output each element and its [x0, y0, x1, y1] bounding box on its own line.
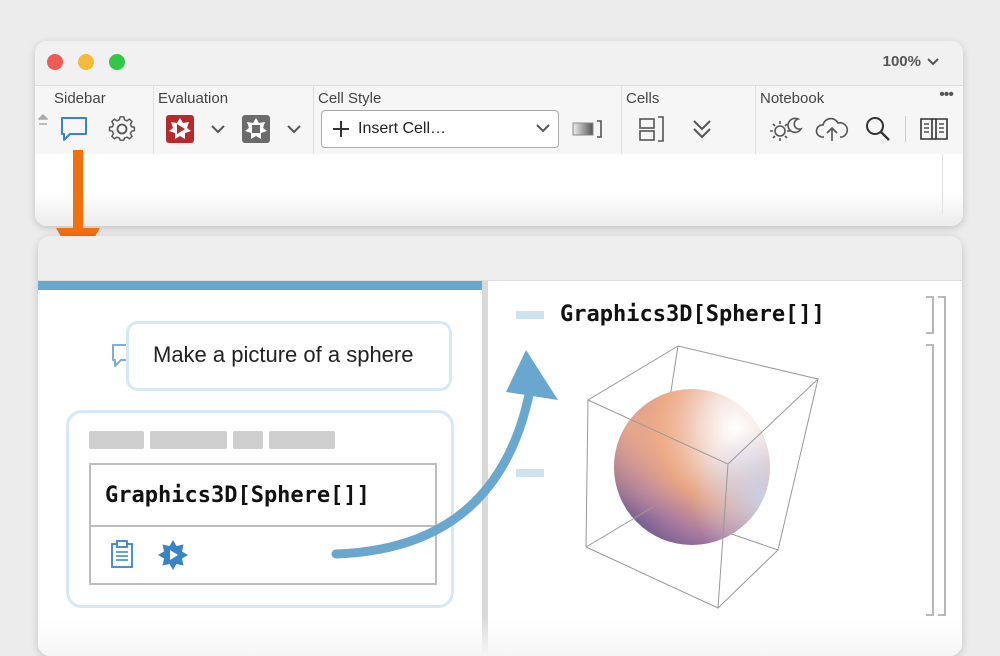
expand-cells-button[interactable]	[687, 114, 717, 144]
evaluation-options-chevron-icon[interactable]	[211, 125, 225, 134]
cell-style-value: Insert Cell…	[358, 120, 447, 137]
cell-style-select[interactable]: Insert Cell…	[321, 110, 559, 148]
search-button[interactable]	[863, 114, 893, 144]
documentation-button[interactable]	[919, 114, 949, 144]
cell-style-group: Cell Style Insert Cell…	[313, 86, 622, 155]
toolbar: Sidebar Evaluation Cell Style Insert Cel…	[35, 85, 963, 156]
book-icon	[920, 118, 948, 140]
chevron-down-icon	[927, 57, 939, 65]
evaluation-group: Evaluation	[153, 86, 314, 155]
title-bar: 100%	[35, 41, 963, 85]
gradient-cell-icon	[572, 120, 602, 138]
toolbar-divider	[905, 116, 906, 142]
zoom-label: 100%	[882, 53, 921, 70]
chat-icon	[61, 117, 87, 141]
input-cell-bracket[interactable]	[926, 296, 934, 334]
notebook-window-toolbar: 100% Sidebar Evaluation Cell Style Inser…	[35, 41, 963, 226]
notebook-group-label: Notebook	[760, 90, 825, 107]
zoom-selector[interactable]: 100%	[883, 53, 939, 70]
clipboard-icon	[111, 540, 133, 568]
abort-icon	[242, 115, 270, 143]
search-icon	[866, 117, 890, 141]
notebook-group: Notebook •••	[755, 86, 963, 155]
cells-group-label: Cells	[626, 90, 660, 107]
insert-evaluate-button[interactable]	[157, 539, 189, 576]
evaluate-icon	[166, 115, 194, 143]
cell-bracket-icon	[639, 116, 664, 142]
cloud-upload-icon	[815, 117, 849, 141]
title-bar	[38, 236, 962, 281]
settings-button[interactable]	[107, 114, 137, 144]
copy-button[interactable]	[109, 539, 135, 574]
fade-overlay	[38, 616, 962, 656]
gear-icon	[108, 116, 136, 141]
collapse-toolbar-icon[interactable]	[38, 114, 48, 126]
placeholder-bar	[89, 431, 144, 449]
double-chevron-down-icon	[693, 120, 711, 139]
group-cells-button[interactable]	[637, 114, 667, 144]
close-window-button[interactable]	[47, 54, 63, 70]
minimize-window-button[interactable]	[78, 54, 94, 70]
group-cell-bracket[interactable]	[938, 296, 946, 616]
plus-icon	[333, 121, 349, 137]
appearance-button[interactable]	[769, 114, 803, 144]
chat-button[interactable]	[59, 114, 89, 144]
maximize-window-button[interactable]	[109, 54, 125, 70]
placeholder-bar	[233, 431, 263, 449]
placeholder-bar	[269, 431, 335, 449]
abort-evaluation-button[interactable]	[241, 114, 271, 144]
sidebar-group: Sidebar	[49, 86, 154, 155]
cell-marker	[516, 311, 544, 319]
sphere-graphic	[585, 345, 819, 609]
abort-options-chevron-icon[interactable]	[287, 125, 301, 134]
output-cell-bracket[interactable]	[926, 344, 934, 616]
cell-style-group-label: Cell Style	[318, 90, 382, 107]
placeholder-bar	[150, 431, 227, 449]
sidebar-group-label: Sidebar	[54, 90, 106, 107]
sidebar-header-bar	[38, 281, 482, 290]
cloud-upload-button[interactable]	[815, 114, 849, 144]
chevron-down-icon	[536, 124, 550, 133]
input-cell-code[interactable]: Graphics3D[Sphere[]]	[560, 302, 825, 327]
evaluate-button[interactable]	[165, 114, 195, 144]
cells-group: Cells	[621, 86, 756, 155]
cell-style-format-button[interactable]	[571, 114, 605, 144]
evaluation-group-label: Evaluation	[158, 90, 229, 107]
more-options-button[interactable]: •••	[939, 86, 954, 104]
evaluate-star-icon	[158, 540, 188, 570]
sun-moon-icon	[770, 117, 803, 141]
blue-curved-arrow-icon	[331, 350, 558, 559]
fade-overlay	[35, 191, 963, 226]
